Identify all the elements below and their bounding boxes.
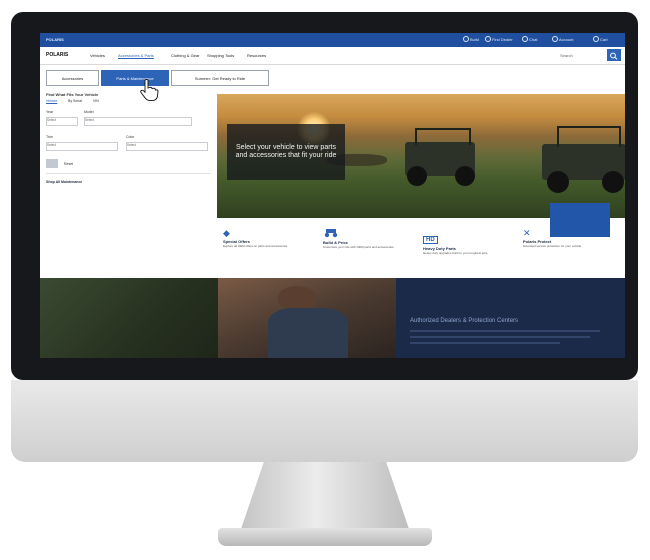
account-icon (552, 36, 558, 42)
hero-banner: Select your vehicle to view parts and ac… (217, 94, 625, 218)
hd-icon: HD (423, 236, 438, 244)
cart-icon (593, 36, 599, 42)
model-select[interactable]: Select (84, 117, 192, 126)
monitor-screen: POLARIS Build Find Dealer Chat Account C… (40, 33, 625, 358)
utv-wheel (547, 171, 569, 193)
atv-icon (323, 228, 401, 240)
feature-desc: Customize your ride with OEM parts and a… (323, 245, 395, 249)
monitor-stand-neck (240, 462, 410, 532)
finder-option-serial[interactable]: By Serial (68, 99, 82, 103)
vehicle-finder-panel: Find What Fits Your Vehicle Vehicle By S… (46, 90, 211, 190)
tab-summer-ready-to-ride[interactable]: Summer: Get Ready to Ride (171, 70, 269, 86)
atv-icon-graphic (324, 229, 338, 238)
rider-body (268, 308, 348, 358)
feature-heavy-duty-parts[interactable]: HD Heavy Duty Parts Heavy duty upgrades … (423, 228, 501, 255)
top-utility-bar: POLARIS Build Find Dealer Chat Account C… (40, 33, 625, 47)
utv-roll-cage (415, 128, 471, 145)
utv-wheel (407, 166, 427, 186)
topbar-link-cart[interactable]: Cart (600, 37, 608, 42)
feature-desc: Explore all OEM offers on parts and acce… (223, 244, 288, 248)
rider-hat (278, 286, 316, 308)
text-line (410, 336, 590, 338)
topbar-link-build[interactable]: Build (470, 37, 479, 42)
trim-label: Trim (46, 135, 53, 139)
color-select[interactable]: Select (126, 142, 208, 151)
year-label: Year (46, 110, 54, 114)
divider (46, 173, 211, 174)
feature-desc: Heavy duty upgrades built for your tough… (423, 251, 489, 255)
promo-dealers-panel: Authorized Dealers & Protection Centers (396, 278, 625, 358)
monitor-stand-base (218, 528, 432, 546)
feature-build-price[interactable]: Build & Price Customize your ride with O… (323, 228, 401, 249)
trim-value: Select (47, 143, 56, 147)
feature-row: ◆ Special Offers Explore all OEM offers … (217, 228, 625, 276)
search-button[interactable] (607, 49, 621, 61)
band-heading: Authorized Dealers & Protection Centers (410, 318, 519, 324)
nav-item-shopping-tools[interactable]: Shopping Tools (207, 53, 234, 58)
utv-wheel (455, 166, 475, 186)
nav-item-clothing-gear[interactable]: Clothing & Gear (171, 53, 199, 58)
nav-item-resources[interactable]: Resources (247, 53, 266, 58)
color-value: Select (127, 143, 136, 147)
tag-icon: ◆ (223, 228, 230, 238)
year-value: Select (47, 118, 56, 122)
utv-roll-cage (557, 126, 621, 147)
topbar-link-dealer[interactable]: Find Dealer (492, 37, 513, 42)
hero-message: Select your vehicle to view parts and ac… (227, 124, 345, 180)
feature-special-offers[interactable]: ◆ Special Offers Explore all OEM offers … (223, 228, 301, 248)
location-icon (485, 36, 491, 42)
finder-option-vehicle[interactable]: Vehicle (46, 99, 57, 103)
search-icon (610, 52, 618, 60)
topbar-link-chat[interactable]: Chat (529, 37, 537, 42)
model-value: Select (85, 118, 94, 122)
finder-title: Find What Fits Your Vehicle (46, 92, 99, 97)
promo-image-outdoor (40, 278, 218, 358)
pin-icon (463, 36, 469, 42)
brand-name: POLARIS (46, 37, 64, 42)
topbar-link-account[interactable]: Account (559, 37, 573, 42)
polaris-logo[interactable]: POLARIS (46, 52, 68, 58)
shop-all-maintenance-link[interactable]: Shop All Maintenance (46, 180, 82, 184)
nav-item-vehicles[interactable]: Vehicles (90, 53, 105, 58)
feature-polaris-protect[interactable]: ✕ Polaris Protect Extended service prote… (523, 228, 601, 248)
utv-wheel (602, 171, 624, 193)
feature-desc: Extended service protection for your veh… (523, 244, 583, 248)
model-label: Model (84, 110, 94, 114)
text-line (410, 330, 600, 332)
go-button[interactable] (46, 159, 58, 168)
color-label: Color (126, 135, 135, 139)
text-line (410, 342, 560, 344)
finder-option-vin[interactable]: VIN (93, 99, 99, 103)
chat-icon (522, 36, 528, 42)
trim-select[interactable]: Select (46, 142, 118, 151)
reset-link[interactable]: Reset (64, 162, 73, 166)
nav-item-accessories-parts[interactable]: Accessories & Parts (118, 53, 154, 58)
tab-accessories[interactable]: Accessories (46, 70, 99, 86)
main-navigation: POLARIS Vehicles Accessories & Parts Clo… (40, 47, 625, 65)
wrench-icon: ✕ (523, 228, 531, 238)
monitor-chin (11, 380, 638, 462)
search-input[interactable]: Search (560, 53, 573, 58)
year-select[interactable]: Select (46, 117, 78, 126)
promo-image-rider (218, 278, 396, 358)
